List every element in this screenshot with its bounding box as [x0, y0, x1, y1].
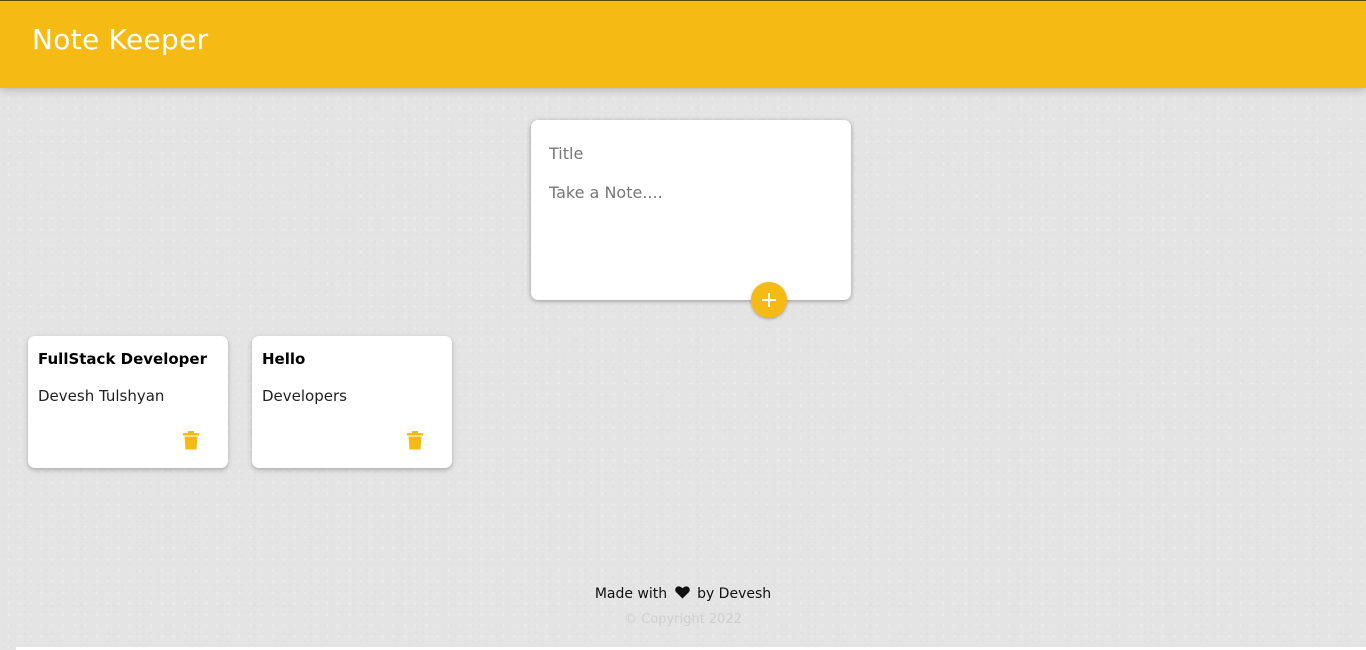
note-composer — [531, 120, 851, 300]
note-card: Hello Developers — [252, 336, 452, 468]
delete-note-button[interactable] — [178, 427, 204, 453]
footer-by: by Devesh — [697, 586, 772, 602]
note-content-input[interactable] — [549, 183, 829, 263]
plus-icon — [762, 293, 776, 307]
footer-made-with: Made with — [594, 586, 668, 602]
app-header: Note Keeper — [0, 0, 1366, 88]
note-card: FullStack Developer Devesh Tulshyan — [28, 336, 228, 468]
add-note-button[interactable] — [751, 282, 787, 318]
note-title: Hello — [262, 350, 306, 368]
footer: Made with by Devesh © Copyright 2022 — [0, 586, 1366, 627]
app-title: Note Keeper — [32, 23, 209, 56]
heart-icon — [674, 586, 690, 599]
trash-icon — [407, 431, 423, 450]
note-title: FullStack Developer — [38, 350, 207, 368]
note-title-input[interactable] — [549, 142, 829, 164]
footer-credit: Made with by Devesh — [0, 586, 1366, 602]
note-content: Developers — [262, 387, 347, 405]
copyright-text: © Copyright 2022 — [624, 612, 742, 627]
delete-note-button[interactable] — [402, 427, 428, 453]
trash-icon — [183, 431, 199, 450]
note-content: Devesh Tulshyan — [38, 387, 165, 405]
